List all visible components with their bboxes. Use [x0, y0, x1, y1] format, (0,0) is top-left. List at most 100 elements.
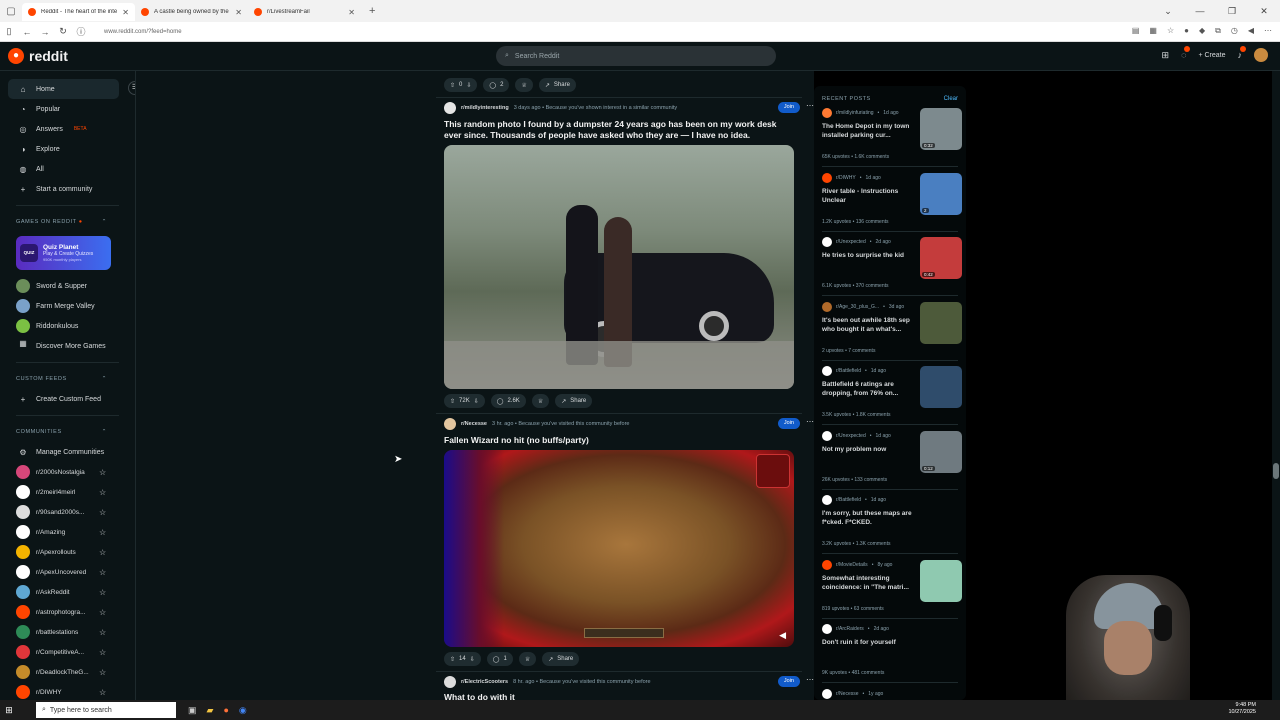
community-item[interactable]: r/Amazing ☆	[0, 522, 135, 542]
reader-view-icon[interactable]: ▤	[1132, 26, 1140, 36]
post-title[interactable]: What to do with it	[444, 692, 794, 700]
collapse-sidebar-icon[interactable]: ☰	[128, 81, 135, 95]
taskbar-clock[interactable]: 9:48 PM 10/27/2025	[1228, 702, 1256, 716]
subreddit-link[interactable]: r/mildlyinteresting	[461, 105, 509, 111]
recent-post-sub[interactable]: r/ArcRaiders	[836, 626, 864, 632]
forward-icon[interactable]: →	[36, 27, 54, 37]
community-item[interactable]: r/Apexrollouts ☆	[0, 542, 135, 562]
firefox-icon[interactable]: ●	[223, 705, 228, 716]
minimize-icon[interactable]: —	[1184, 0, 1216, 22]
quiz-planet-card[interactable]: QUIZ Quiz Planet Play & Create Quizzes 9…	[16, 236, 111, 270]
recent-post-title[interactable]: Don't ruin it for yourself	[822, 638, 914, 647]
more-options-icon[interactable]: ⋯	[806, 417, 814, 426]
tab-list-icon[interactable]: ⌄	[1152, 0, 1184, 22]
downvote-icon[interactable]: ⇩	[474, 398, 479, 405]
favorite-star-icon[interactable]: ☆	[99, 548, 106, 557]
volume-icon[interactable]: ◀	[779, 630, 786, 641]
recent-post-thumbnail[interactable]: 0:12	[920, 430, 962, 473]
favorite-star-icon[interactable]: ☆	[99, 488, 106, 497]
sidebar-item-all[interactable]: ◍ All	[0, 159, 135, 179]
close-tab-icon[interactable]: ✕	[348, 8, 355, 17]
more-options-icon[interactable]: ⋯	[806, 101, 814, 110]
notifications-icon[interactable]: ♪	[1238, 46, 1246, 60]
post-image[interactable]	[444, 145, 794, 389]
window-menu-icon[interactable]: ▢	[0, 6, 22, 17]
subreddit-link[interactable]: r/ElectricScooters	[461, 679, 508, 685]
more-options-icon[interactable]: ⋯	[806, 675, 814, 684]
downvote-icon[interactable]: ⇩	[470, 656, 475, 663]
discover-games[interactable]: ▦ Discover More Games	[0, 336, 135, 356]
recent-post-sub[interactable]: r/Necesse	[836, 691, 859, 697]
community-item[interactable]: r/CompetitiveA... ☆	[0, 642, 135, 662]
close-tab-icon[interactable]: ✕	[235, 8, 242, 17]
file-explorer-icon[interactable]: ▰	[207, 705, 214, 716]
community-item[interactable]: r/90sand2000s... ☆	[0, 502, 135, 522]
site-info-icon[interactable]: ⓘ	[72, 25, 90, 38]
create-button[interactable]: + Create	[1198, 52, 1225, 59]
comments-button[interactable]: ◯ 2.6K	[490, 394, 526, 408]
community-item[interactable]: r/ApexUncovered ☆	[0, 562, 135, 582]
recent-post-thumbnail[interactable]	[920, 366, 962, 408]
advertise-icon[interactable]: ⊞	[1162, 50, 1170, 61]
recent-post-item[interactable]: r/Necesse•1y agoKeep villagers out of ch…	[822, 688, 962, 701]
history-icon[interactable]: ◷	[1231, 26, 1238, 36]
upvote-icon[interactable]: ⇧	[450, 398, 455, 405]
recent-post-title[interactable]: I'm sorry, but these maps are f*cked. F*…	[822, 509, 914, 527]
community-item[interactable]: r/2000sNostalgia ☆	[0, 462, 135, 482]
comments-button[interactable]: ◯ 2	[483, 78, 510, 92]
share-button[interactable]: ↗ Share	[555, 394, 593, 408]
community-item[interactable]: r/2meirl4meirl ☆	[0, 482, 135, 502]
game-item[interactable]: Farm Merge Valley	[0, 296, 135, 316]
recent-post-title[interactable]: The Home Depot in my town installed park…	[822, 122, 914, 140]
menu-icon[interactable]: ⋯	[1264, 26, 1272, 36]
recent-post-sub[interactable]: r/Battlefield	[836, 368, 861, 374]
recent-post-title[interactable]: Somewhat interesting coincidence: in "Th…	[822, 574, 914, 592]
recent-post-title[interactable]: He tries to surprise the kid	[822, 251, 914, 260]
favorite-star-icon[interactable]: ☆	[99, 508, 106, 517]
sidebar-item-popular[interactable]: ◔ Popular	[0, 99, 135, 119]
app-icon[interactable]: ▦	[1149, 26, 1157, 36]
chrome-icon[interactable]: ◉	[239, 705, 247, 716]
recent-post-sub[interactable]: r/Unexpected	[836, 239, 866, 245]
refresh-icon[interactable]: ↻	[54, 26, 72, 37]
create-custom-feed[interactable]: + Create Custom Feed	[0, 389, 135, 409]
recent-post-thumbnail[interactable]	[920, 559, 962, 602]
taskbar-search-input[interactable]: ⌕ Type here to search	[36, 702, 176, 718]
recent-post-item[interactable]: r/Age_30_plus_G... • 3d ago It's been out a…	[822, 301, 962, 362]
recent-post-title[interactable]: Battlefield 6 ratings are dropping, from…	[822, 380, 914, 398]
search-input[interactable]: ⌕ Search Reddit	[496, 46, 776, 66]
avatar[interactable]	[1254, 48, 1268, 62]
recent-post-sub[interactable]: r/Unexpected	[836, 433, 866, 439]
profile-icon[interactable]: ●	[1184, 26, 1189, 36]
community-item[interactable]: r/DeadlockTheG... ☆	[0, 662, 135, 682]
recent-post-item[interactable]: r/ArcRaiders • 2d ago Don't ruin it for you…	[822, 624, 962, 684]
post-title[interactable]: This random photo I found by a dumpster …	[444, 119, 794, 141]
recent-post-thumbnail[interactable]: 0:42	[920, 237, 962, 279]
recent-post-sub[interactable]: r/mildlyinfuriating	[836, 110, 874, 116]
favorite-star-icon[interactable]: ☆	[99, 648, 106, 657]
post-video[interactable]: ◀	[444, 450, 794, 647]
close-window-icon[interactable]: ✕	[1248, 0, 1280, 22]
url-field[interactable]: www.reddit.com/?feed=home	[104, 29, 182, 35]
favorite-star-icon[interactable]: ☆	[99, 608, 106, 617]
new-tab-icon[interactable]: +	[361, 5, 383, 17]
share-button[interactable]: ↗ Share	[538, 78, 576, 92]
manage-communities[interactable]: ⚙ Manage Communities	[0, 442, 135, 462]
favorite-star-icon[interactable]: ☆	[99, 588, 106, 597]
upvote-icon[interactable]: ⇧	[450, 656, 455, 663]
recent-post-sub[interactable]: r/Age_30_plus_G...	[836, 304, 879, 310]
close-tab-icon[interactable]: ✕	[122, 8, 129, 17]
communities-header[interactable]: COMMUNITIES ⌃	[0, 422, 135, 442]
recent-post-item[interactable]: r/mildlyinfuriating • 1d ago The Home Depot…	[822, 108, 962, 168]
recent-post-item[interactable]: r/Unexpected • 2d ago He tries to surprise …	[822, 237, 962, 297]
share-button[interactable]: ↗ Share	[542, 652, 580, 666]
recent-post-sub[interactable]: r/Battlefield	[836, 497, 861, 503]
vote-pill[interactable]: ⇧ 14 ⇩	[444, 652, 481, 666]
recent-post-title[interactable]: River table - Instructions Unclear	[822, 187, 914, 205]
favorite-star-icon[interactable]: ☆	[99, 668, 106, 677]
community-item[interactable]: r/AskReddit ☆	[0, 582, 135, 602]
recent-post-title[interactable]: It's been out awhile 18th sep who bought…	[822, 316, 914, 334]
favorite-star-icon[interactable]: ☆	[99, 468, 106, 477]
extensions-icon[interactable]: ⧉	[1215, 26, 1221, 36]
upvote-icon[interactable]: ⇧	[450, 82, 455, 89]
